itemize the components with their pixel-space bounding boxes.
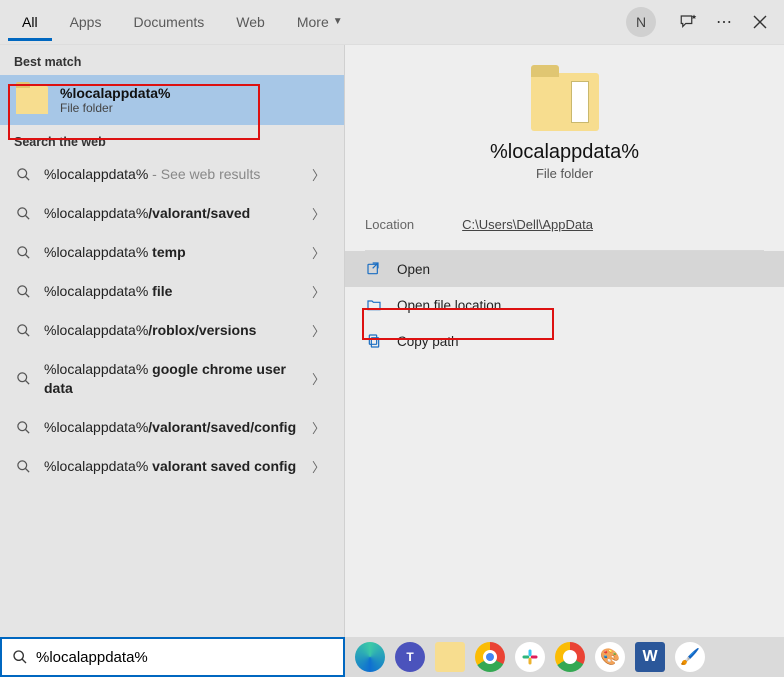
web-result-text: %localappdata%/valorant/saved xyxy=(44,204,300,223)
taskbar-teams-icon[interactable]: T xyxy=(395,642,425,672)
taskbar: T 🎨 W 🖌️ xyxy=(345,637,784,677)
search-icon xyxy=(14,371,32,386)
folder-icon xyxy=(16,86,48,114)
search-bar[interactable] xyxy=(0,637,345,677)
web-result-row[interactable]: %localappdata% valorant saved config 〉 xyxy=(0,447,344,486)
results-panel: Best match %localappdata% File folder Se… xyxy=(0,45,345,677)
web-result-row[interactable]: %localappdata%/valorant/saved/config 〉 xyxy=(0,408,344,447)
tab-web[interactable]: Web xyxy=(222,4,279,41)
chevron-right-icon: 〉 xyxy=(312,243,330,262)
chevron-right-icon: 〉 xyxy=(312,369,330,388)
chevron-right-icon: 〉 xyxy=(312,282,330,301)
detail-subtitle: File folder xyxy=(365,166,764,181)
web-result-text: %localappdata% valorant saved config xyxy=(44,457,300,476)
search-icon xyxy=(14,420,32,435)
taskbar-chrome-icon[interactable] xyxy=(475,642,505,672)
open-icon xyxy=(365,261,383,277)
location-label: Location xyxy=(365,217,414,232)
taskbar-word-icon[interactable]: W xyxy=(635,642,665,672)
taskbar-paint-icon[interactable]: 🖌️ xyxy=(675,642,705,672)
copy-icon xyxy=(365,333,383,349)
web-result-text: %localappdata%/valorant/saved/config xyxy=(44,418,300,437)
folder-location-icon xyxy=(365,297,383,313)
search-icon xyxy=(14,167,32,182)
tab-more-label: More xyxy=(297,14,329,30)
tabs-bar: All Apps Documents Web More ▼ N ⋯ xyxy=(0,0,784,44)
web-results-list: %localappdata% - See web results〉%locala… xyxy=(0,155,344,677)
taskbar-edge-icon[interactable] xyxy=(355,642,385,672)
detail-title: %localappdata% xyxy=(365,141,764,164)
web-result-row[interactable]: %localappdata%/roblox/versions 〉 xyxy=(0,311,344,350)
web-result-row[interactable]: %localappdata% file 〉 xyxy=(0,272,344,311)
chevron-down-icon: ▼ xyxy=(333,16,343,27)
taskbar-slack-icon[interactable] xyxy=(515,642,545,672)
web-result-row[interactable]: %localappdata% google chrome user data 〉 xyxy=(0,350,344,408)
best-match-label: Best match xyxy=(0,45,344,75)
web-result-row[interactable]: %localappdata% - See web results 〉 xyxy=(0,155,344,194)
taskbar-explorer-icon[interactable] xyxy=(435,642,465,672)
action-open-label: Open xyxy=(397,262,430,277)
folder-large-icon xyxy=(531,73,599,131)
chevron-right-icon: 〉 xyxy=(312,165,330,184)
tab-documents[interactable]: Documents xyxy=(119,4,218,41)
action-open-location-label: Open file location xyxy=(397,298,501,313)
chevron-right-icon: 〉 xyxy=(312,321,330,340)
chevron-right-icon: 〉 xyxy=(312,204,330,223)
web-result-text: %localappdata%/roblox/versions xyxy=(44,321,300,340)
search-icon xyxy=(12,649,28,665)
best-match-title: %localappdata% xyxy=(60,85,170,101)
chevron-right-icon: 〉 xyxy=(312,457,330,476)
search-icon xyxy=(14,323,32,338)
location-path-link[interactable]: C:\Users\Dell\AppData xyxy=(462,217,593,232)
detail-panel: %localappdata% File folder Location C:\U… xyxy=(345,45,784,677)
web-result-row[interactable]: %localappdata%/valorant/saved 〉 xyxy=(0,194,344,233)
feedback-icon[interactable] xyxy=(672,13,704,31)
search-icon xyxy=(14,245,32,260)
tab-all[interactable]: All xyxy=(8,4,52,41)
action-copy-path-label: Copy path xyxy=(397,334,459,349)
more-options-icon[interactable]: ⋯ xyxy=(708,12,740,32)
search-icon xyxy=(14,206,32,221)
web-result-text: %localappdata% temp xyxy=(44,243,300,262)
chevron-right-icon: 〉 xyxy=(312,418,330,437)
web-result-row[interactable]: %localappdata% temp 〉 xyxy=(0,233,344,272)
search-web-label: Search the web xyxy=(0,125,344,155)
tab-apps[interactable]: Apps xyxy=(56,4,116,41)
web-result-text: %localappdata% google chrome user data xyxy=(44,360,300,398)
action-copy-path[interactable]: Copy path xyxy=(345,323,784,359)
search-input[interactable] xyxy=(36,649,333,666)
tab-more[interactable]: More ▼ xyxy=(283,4,357,41)
web-result-text: %localappdata% file xyxy=(44,282,300,301)
action-open[interactable]: Open xyxy=(345,251,784,287)
best-match-subtitle: File folder xyxy=(60,101,170,115)
taskbar-chrome-canary-icon[interactable] xyxy=(555,642,585,672)
user-avatar[interactable]: N xyxy=(626,7,656,37)
search-icon xyxy=(14,284,32,299)
best-match-item[interactable]: %localappdata% File folder xyxy=(0,75,344,125)
search-icon xyxy=(14,459,32,474)
close-icon[interactable] xyxy=(744,15,776,29)
action-open-location[interactable]: Open file location xyxy=(345,287,784,323)
taskbar-paintnet-icon[interactable]: 🎨 xyxy=(595,642,625,672)
web-result-text: %localappdata% - See web results xyxy=(44,165,300,184)
